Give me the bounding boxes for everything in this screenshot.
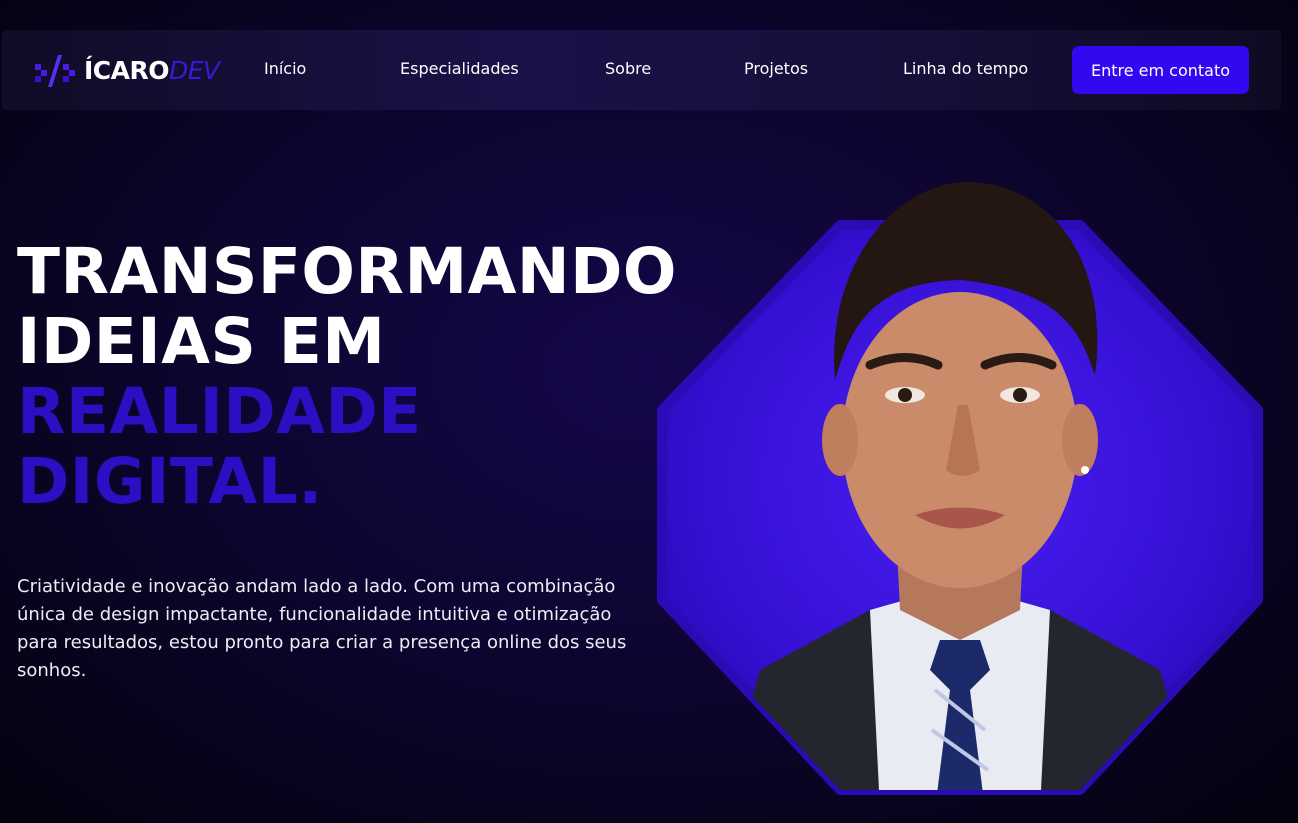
headline-line-1: TRANSFORMANDO	[17, 235, 677, 308]
nav-link-sobre[interactable]: Sobre	[605, 59, 651, 78]
navbar: ÍCARODEV Início Especialidades Sobre Pro…	[2, 30, 1281, 110]
nav-link-linha-do-tempo[interactable]: Linha do tempo	[903, 59, 1028, 78]
logo-suffix: DEV	[169, 55, 220, 85]
headline-accent-line-1: REALIDADE	[17, 375, 422, 448]
headline-line-2: IDEIAS EM	[17, 305, 386, 378]
logo-brand: ÍCARO	[84, 55, 170, 85]
hero-headline: TRANSFORMANDO IDEIAS EM REALIDADE DIGITA…	[17, 237, 677, 517]
contact-button[interactable]: Entre em contato	[1072, 46, 1249, 94]
logo[interactable]: ÍCARODEV	[32, 50, 220, 90]
nav-link-inicio[interactable]: Início	[264, 59, 306, 78]
nav-link-especialidades[interactable]: Especialidades	[400, 59, 519, 78]
nav-link-projetos[interactable]: Projetos	[744, 59, 808, 78]
hero-description: Criatividade e inovação andam lado a lad…	[17, 576, 627, 681]
headline-accent-line-2: DIGITAL.	[17, 445, 323, 518]
hero-portrait	[640, 170, 1280, 810]
code-brackets-icon	[35, 55, 75, 87]
profile-portrait-image	[657, 181, 1263, 795]
logo-wordmark: ÍCARODEV	[84, 56, 220, 85]
